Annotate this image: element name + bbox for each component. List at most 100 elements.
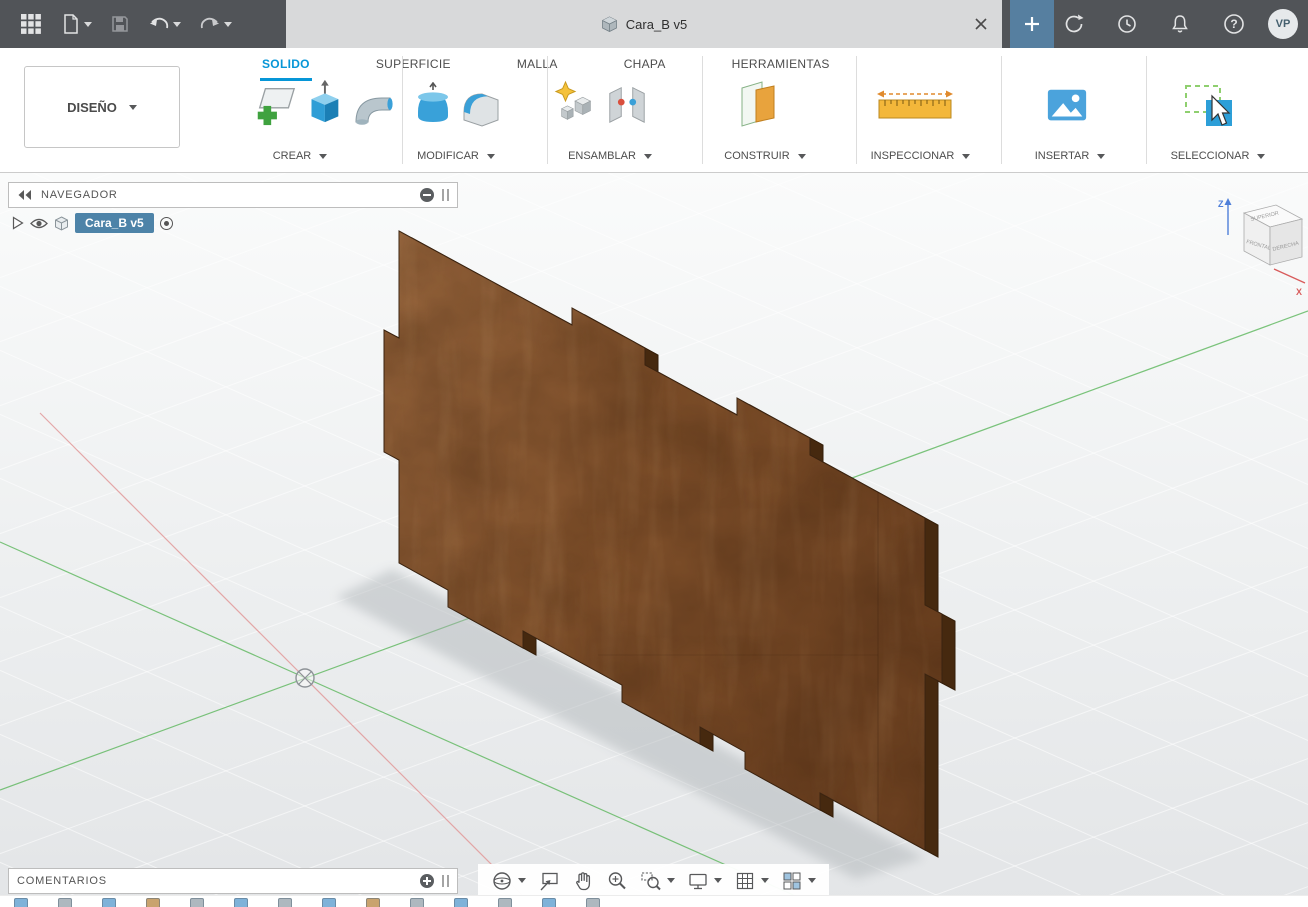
- zoom-window-icon: [641, 871, 661, 890]
- timeline-feature-icon[interactable]: [234, 898, 248, 907]
- origin-indicator[interactable]: [295, 668, 315, 688]
- construction-plane-tool[interactable]: [734, 78, 782, 133]
- new-tab-button[interactable]: [1010, 0, 1054, 48]
- group-label: CONSTRUIR: [724, 150, 790, 162]
- new-file-button[interactable]: [52, 0, 101, 48]
- help-icon: ?: [1224, 14, 1244, 34]
- timeline-feature-icon[interactable]: [102, 898, 116, 907]
- insert-image-tool[interactable]: [1044, 84, 1090, 133]
- display-settings-icon: [689, 873, 707, 889]
- view-navigation-toolbar: [478, 864, 829, 897]
- timeline-strip[interactable]: [0, 895, 1308, 907]
- extrude-tool[interactable]: [300, 76, 346, 131]
- visibility-eye-icon[interactable]: [30, 217, 48, 230]
- component-cube-icon: [55, 215, 68, 231]
- navigator-root-item[interactable]: Cara_B v5: [12, 213, 173, 233]
- group-seleccionar[interactable]: SELECCIONAR: [1156, 148, 1280, 164]
- group-label: INSPECCIONAR: [870, 150, 955, 162]
- group-insertar[interactable]: INSERTAR: [1010, 148, 1130, 164]
- new-component-tool[interactable]: [554, 80, 600, 131]
- pan-tool[interactable]: [569, 867, 597, 895]
- tab-herramientas[interactable]: HERRAMIENTAS: [730, 52, 832, 81]
- revolve-tool[interactable]: [352, 90, 396, 135]
- extensions-button[interactable]: [1054, 0, 1094, 48]
- group-construir[interactable]: CONSTRUIR: [705, 148, 825, 164]
- dropdown-caret-icon: [128, 104, 137, 110]
- panel-resize-grip[interactable]: [442, 875, 449, 887]
- add-comment-button[interactable]: [420, 874, 434, 888]
- job-status-button[interactable]: [1107, 0, 1147, 48]
- close-tab-icon[interactable]: [970, 13, 992, 35]
- timeline-feature-icon[interactable]: [586, 898, 600, 907]
- group-modificar[interactable]: MODIFICAR: [396, 148, 516, 164]
- top-app-bar: Cara_B v5 ? VP: [0, 0, 1308, 48]
- extrude-icon: [311, 79, 339, 123]
- save-button[interactable]: [101, 0, 139, 48]
- orbit-tool[interactable]: [488, 867, 529, 895]
- group-ensamblar[interactable]: ENSAMBLAR: [550, 148, 670, 164]
- tab-malla[interactable]: MALLA: [515, 52, 560, 81]
- navigator-item-label[interactable]: Cara_B v5: [75, 213, 154, 233]
- zoom-window-tool[interactable]: [637, 867, 678, 895]
- timeline-feature-icon[interactable]: [146, 898, 160, 907]
- timeline-feature-icon[interactable]: [454, 898, 468, 907]
- document-cube-icon: [601, 16, 617, 32]
- help-button[interactable]: ?: [1213, 0, 1255, 48]
- group-label: SELECCIONAR: [1170, 150, 1250, 162]
- pan-hand-icon: [576, 871, 591, 890]
- document-tab[interactable]: Cara_B v5: [286, 0, 1002, 48]
- fillet-tool[interactable]: [458, 84, 504, 133]
- workspace-switcher[interactable]: DISEÑO: [24, 66, 180, 148]
- select-cursor-icon: [1185, 85, 1232, 126]
- dropdown-caret-icon: [667, 878, 675, 883]
- timeline-feature-icon[interactable]: [410, 898, 424, 907]
- collapse-panel-icon[interactable]: [17, 189, 33, 201]
- joint-tool[interactable]: [604, 82, 650, 131]
- x-axis-label: X: [1296, 287, 1302, 297]
- user-avatar[interactable]: VP: [1268, 9, 1298, 39]
- joint-icon: [609, 86, 645, 123]
- create-sketch-tool[interactable]: [252, 80, 298, 133]
- refresh-circle-icon: [1065, 14, 1084, 33]
- timeline-feature-icon[interactable]: [322, 898, 336, 907]
- press-pull-tool[interactable]: [410, 81, 456, 131]
- viewport-canvas[interactable]: Z X SUPERIOR FRONTAL DERECHA: [0, 0, 1308, 907]
- collapse-navigator-button[interactable]: [420, 188, 434, 202]
- group-inspeccionar[interactable]: INSPECCIONAR: [858, 148, 983, 164]
- timeline-feature-icon[interactable]: [58, 898, 72, 907]
- timeline-feature-icon[interactable]: [366, 898, 380, 907]
- revolve-icon: [355, 97, 393, 125]
- comments-title: COMENTARIOS: [17, 875, 107, 887]
- notifications-button[interactable]: [1160, 0, 1200, 48]
- redo-button[interactable]: [190, 0, 241, 48]
- grid-settings-tool[interactable]: [731, 867, 772, 895]
- timeline-feature-icon[interactable]: [498, 898, 512, 907]
- zoom-tool[interactable]: [603, 867, 631, 895]
- navigator-title: NAVEGADOR: [41, 189, 118, 201]
- measure-tool[interactable]: [876, 88, 954, 127]
- display-settings-tool[interactable]: [684, 867, 725, 895]
- viewports-tool[interactable]: [778, 867, 819, 895]
- comments-panel-header: COMENTARIOS: [8, 868, 458, 894]
- tab-superficie[interactable]: SUPERFICIE: [374, 52, 453, 81]
- group-label: MODIFICAR: [417, 150, 479, 162]
- new-component-icon: [554, 80, 592, 120]
- view-cube[interactable]: Z X SUPERIOR FRONTAL DERECHA: [1218, 198, 1306, 297]
- timeline-feature-icon[interactable]: [190, 898, 204, 907]
- panel-resize-grip[interactable]: [442, 189, 449, 201]
- undo-button[interactable]: [139, 0, 190, 48]
- dropdown-caret-icon: [319, 153, 328, 159]
- save-icon: [112, 16, 128, 32]
- activate-component-radio[interactable]: [159, 216, 173, 230]
- insert-image-icon: [1047, 89, 1087, 121]
- timeline-feature-icon[interactable]: [542, 898, 556, 907]
- timeline-feature-icon[interactable]: [14, 898, 28, 907]
- app-grid-icon[interactable]: [10, 0, 52, 48]
- timeline-feature-icon[interactable]: [278, 898, 292, 907]
- look-at-tool[interactable]: [535, 867, 563, 895]
- tab-chapa[interactable]: CHAPA: [622, 52, 668, 81]
- dropdown-caret-icon: [486, 153, 495, 159]
- select-tool[interactable]: [1182, 80, 1234, 133]
- expand-arrow-icon[interactable]: [12, 216, 24, 230]
- group-crear[interactable]: CREAR: [240, 148, 360, 164]
